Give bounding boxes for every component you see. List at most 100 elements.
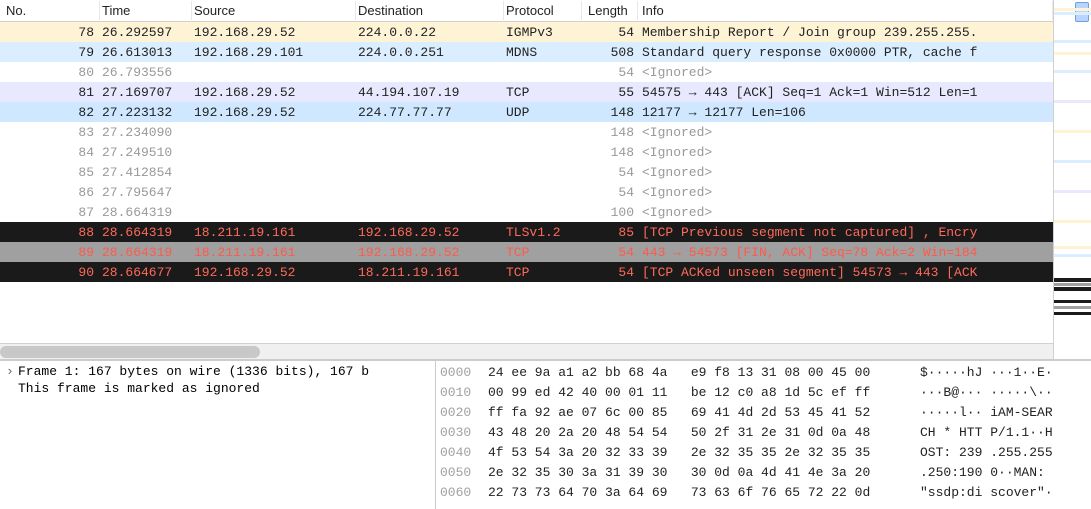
packet-bytes-hex[interactable]: 000024 ee 9a a1 a2 bb 68 4a e9 f8 13 31 … — [436, 361, 1091, 509]
hex-ascii: ···B@··· ·····\·· — [904, 383, 1053, 403]
hex-row[interactable]: 00502e 32 35 30 3a 31 39 30 30 0d 0a 4d … — [440, 463, 1087, 483]
cell-time: 27.223132 — [100, 105, 192, 120]
cell-source: 192.168.29.52 — [192, 105, 356, 120]
column-header-protocol[interactable]: Protocol — [504, 1, 582, 20]
hex-row[interactable]: 000024 ee 9a a1 a2 bb 68 4a e9 f8 13 31 … — [440, 363, 1087, 383]
cell-length: 148 — [582, 125, 638, 140]
column-header-destination[interactable]: Destination — [356, 1, 504, 20]
hex-ascii: $·····hJ ···1··E· — [904, 363, 1053, 383]
column-header-source[interactable]: Source — [192, 1, 356, 20]
cell-length: 148 — [582, 105, 638, 120]
packet-row[interactable]: 8828.66431918.211.19.161192.168.29.52TLS… — [0, 222, 1053, 242]
minimap-stripe — [1054, 8, 1091, 11]
cell-time: 26.613013 — [100, 45, 192, 60]
hex-ascii: CH * HTT P/1.1··H — [904, 423, 1053, 443]
minimap-stripe — [1054, 306, 1091, 309]
hex-offset: 0010 — [440, 383, 488, 403]
packet-row[interactable]: 8627.795647 54<Ignored> — [0, 182, 1053, 202]
hex-row[interactable]: 001000 99 ed 42 40 00 01 11 be 12 c0 a8 … — [440, 383, 1087, 403]
cell-no: 87 — [0, 205, 100, 220]
cell-time: 28.664319 — [100, 205, 192, 220]
cell-time: 26.793556 — [100, 65, 192, 80]
hex-row[interactable]: 006022 73 73 64 70 3a 64 69 73 63 6f 76 … — [440, 483, 1087, 503]
packet-row[interactable]: 8026.79355654<Ignored> — [0, 62, 1053, 82]
cell-no: 86 — [0, 185, 100, 200]
hex-row[interactable]: 003043 48 20 2a 20 48 54 54 50 2f 31 2e … — [440, 423, 1087, 443]
cell-time: 27.795647 — [100, 185, 192, 200]
cell-length: 54 — [582, 65, 638, 80]
cell-no: 81 — [0, 85, 100, 100]
cell-info: [TCP ACKed unseen segment] 54573 → 443 [… — [638, 265, 1053, 280]
column-header-info[interactable]: Info — [638, 1, 1053, 20]
packet-row[interactable]: 7926.613013192.168.29.101224.0.0.251MDNS… — [0, 42, 1053, 62]
column-header-length[interactable]: Length — [582, 1, 638, 20]
packet-row[interactable]: 8928.66431918.211.19.161192.168.29.52TCP… — [0, 242, 1053, 262]
hex-bytes: 2e 32 35 30 3a 31 39 30 30 0d 0a 4d 41 4… — [488, 463, 904, 483]
cell-info: 54575 → 443 [ACK] Seq=1 Ack=1 Win=512 Le… — [638, 85, 1053, 100]
cell-length: 54 — [582, 185, 638, 200]
packet-row[interactable]: 8227.223132192.168.29.52224.77.77.77UDP1… — [0, 102, 1053, 122]
cell-time: 26.292597 — [100, 25, 192, 40]
cell-no: 80 — [0, 65, 100, 80]
cell-destination: 224.0.0.22 — [356, 25, 504, 40]
cell-no: 90 — [0, 265, 100, 280]
cell-length: 54 — [582, 245, 638, 260]
packet-row[interactable]: 9028.664677192.168.29.5218.211.19.161TCP… — [0, 262, 1053, 282]
minimap-stripe — [1054, 312, 1091, 315]
hex-offset: 0020 — [440, 403, 488, 423]
tree-frame-text: Frame 1: 167 bytes on wire (1336 bits), … — [18, 364, 369, 379]
packet-list-pane: No. Time Source Destination Protocol Len… — [0, 0, 1091, 360]
cell-info: <Ignored> — [638, 125, 1053, 140]
cell-protocol: IGMPv3 — [504, 25, 582, 40]
cell-length: 148 — [582, 145, 638, 160]
cell-no: 78 — [0, 25, 100, 40]
packet-row[interactable]: 8327.234090148<Ignored> — [0, 122, 1053, 142]
packet-row[interactable]: 8127.169707192.168.29.5244.194.107.19TCP… — [0, 82, 1053, 102]
hex-ascii: .250:190 0··MAN: — [904, 463, 1053, 483]
chevron-right-icon[interactable]: › — [6, 364, 18, 379]
minimap-stripe — [1054, 130, 1091, 133]
hex-row[interactable]: 0020ff fa 92 ae 07 6c 00 85 69 41 4d 2d … — [440, 403, 1087, 423]
packet-row[interactable]: 8728.664319100<Ignored> — [0, 202, 1053, 222]
cell-time: 28.664319 — [100, 245, 192, 260]
cell-info: Standard query response 0x0000 PTR, cach… — [638, 45, 1053, 60]
hex-ascii: OST: 239 .255.255 — [904, 443, 1053, 463]
tree-ignored-note[interactable]: This frame is marked as ignored — [0, 380, 435, 397]
hex-row[interactable]: 00404f 53 54 3a 20 32 33 39 2e 32 35 35 … — [440, 443, 1087, 463]
cell-info: 12177 → 12177 Len=106 — [638, 105, 1053, 120]
packet-details-tree[interactable]: ›Frame 1: 167 bytes on wire (1336 bits),… — [0, 361, 436, 509]
cell-source: 192.168.29.101 — [192, 45, 356, 60]
cell-time: 28.664677 — [100, 265, 192, 280]
cell-source: 18.211.19.161 — [192, 225, 356, 240]
cell-info: <Ignored> — [638, 165, 1053, 180]
column-header-no[interactable]: No. — [0, 1, 100, 20]
cell-no: 89 — [0, 245, 100, 260]
packet-table[interactable]: No. Time Source Destination Protocol Len… — [0, 0, 1053, 359]
packet-row[interactable]: 8427.249510148<Ignored> — [0, 142, 1053, 162]
horizontal-scrollbar-thumb[interactable] — [0, 346, 260, 358]
cell-destination: 224.0.0.251 — [356, 45, 504, 60]
column-header-time[interactable]: Time — [100, 1, 192, 20]
hex-offset: 0030 — [440, 423, 488, 443]
hex-offset: 0050 — [440, 463, 488, 483]
minimap-stripe — [1054, 190, 1091, 193]
hex-bytes: 24 ee 9a a1 a2 bb 68 4a e9 f8 13 31 08 0… — [488, 363, 904, 383]
cell-info: <Ignored> — [638, 185, 1053, 200]
packet-minimap[interactable] — [1053, 0, 1091, 359]
hex-offset: 0040 — [440, 443, 488, 463]
hex-bytes: 22 73 73 64 70 3a 64 69 73 63 6f 76 65 7… — [488, 483, 904, 503]
minimap-stripe — [1054, 52, 1091, 55]
cell-protocol: TCP — [504, 265, 582, 280]
cell-info: Membership Report / Join group 239.255.2… — [638, 25, 1053, 40]
tree-frame-summary[interactable]: ›Frame 1: 167 bytes on wire (1336 bits),… — [0, 363, 435, 380]
cell-protocol: MDNS — [504, 45, 582, 60]
packet-row[interactable]: 7826.292597192.168.29.52224.0.0.22IGMPv3… — [0, 22, 1053, 42]
cell-info: <Ignored> — [638, 205, 1053, 220]
packet-table-header[interactable]: No. Time Source Destination Protocol Len… — [0, 0, 1053, 22]
hex-bytes: 00 99 ed 42 40 00 01 11 be 12 c0 a8 1d 5… — [488, 383, 904, 403]
hex-bytes: 4f 53 54 3a 20 32 33 39 2e 32 35 35 2e 3… — [488, 443, 904, 463]
horizontal-scrollbar[interactable] — [0, 343, 1053, 359]
packet-row[interactable]: 8527.41285454<Ignored> — [0, 162, 1053, 182]
cell-destination: 224.77.77.77 — [356, 105, 504, 120]
cell-no: 85 — [0, 165, 100, 180]
